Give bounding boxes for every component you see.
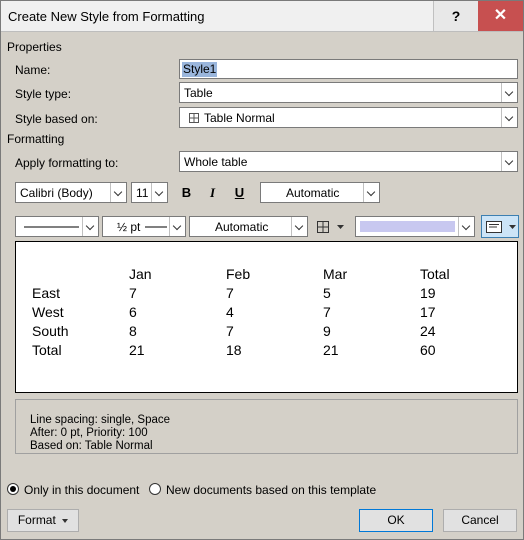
preview-cell: 60 (420, 342, 436, 358)
description-line: After: 0 pt, Priority: 100 (30, 427, 148, 439)
description-line: Based on: Table Normal (30, 440, 153, 452)
close-button[interactable]: ✕ (478, 1, 523, 31)
create-style-dialog: Create New Style from Formatting ? ✕ Pro… (0, 0, 524, 540)
chevron-down-icon (291, 217, 307, 236)
close-icon: ✕ (493, 7, 508, 24)
shading-swatch (360, 221, 455, 232)
preview-cell: 9 (323, 323, 331, 339)
chevron-down-icon (501, 83, 517, 102)
help-button[interactable]: ? (433, 1, 478, 31)
cell-alignment-icon (486, 221, 502, 233)
preview-cell: 21 (323, 342, 339, 358)
cancel-label: Cancel (461, 513, 499, 527)
help-icon: ? (451, 8, 461, 24)
line-width-select[interactable]: ½ pt (102, 216, 186, 237)
chevron-down-icon (363, 183, 379, 202)
dialog-title: Create New Style from Formatting (8, 9, 205, 24)
preview-header-feb: Feb (226, 266, 251, 282)
chevron-down-icon (151, 183, 167, 202)
line-width-icon (145, 226, 167, 228)
chevron-down-icon (458, 217, 474, 236)
chevron-down-icon (501, 108, 517, 127)
preview-cell: Total (32, 342, 62, 358)
preview-cell: 5 (323, 285, 331, 301)
preview-cell: 7 (226, 285, 234, 301)
borders-icon (317, 221, 329, 233)
format-button[interactable]: Format (7, 509, 79, 532)
caret-down-icon (509, 225, 516, 229)
line-style-select[interactable] (15, 216, 99, 237)
shading-color-select[interactable] (355, 216, 475, 237)
preview-cell: 7 (323, 304, 331, 320)
preview-cell: 17 (420, 304, 436, 320)
name-value: Style1 (182, 62, 218, 77)
style-type-value: Table (184, 86, 213, 100)
preview-cell: 6 (129, 304, 137, 320)
formatting-heading: Formatting (7, 132, 65, 146)
caret-down-icon (62, 518, 69, 523)
name-label: Name: (15, 63, 51, 77)
italic-icon: I (209, 185, 216, 200)
ok-label: OK (387, 513, 405, 527)
preview-header-mar: Mar (323, 266, 348, 282)
alignment-button[interactable] (481, 215, 519, 238)
preview-cell: 8 (129, 323, 137, 339)
table-style-icon (189, 113, 199, 123)
italic-button[interactable]: I (202, 182, 223, 203)
chevron-down-icon (501, 152, 517, 171)
chevron-down-icon (169, 217, 185, 236)
bold-button[interactable]: B (176, 182, 197, 203)
cancel-button[interactable]: Cancel (443, 509, 517, 532)
font-name-select[interactable]: Calibri (Body) (15, 182, 127, 203)
underline-button[interactable]: U (229, 182, 250, 203)
border-color-value: Automatic (215, 220, 269, 234)
chevron-down-icon (82, 217, 98, 236)
borders-button[interactable] (312, 216, 348, 237)
based-on-value: Table Normal (204, 111, 275, 125)
apply-to-label: Apply formatting to: (15, 156, 119, 170)
style-description: Line spacing: single, Space After: 0 pt,… (15, 399, 518, 454)
style-preview: Jan Feb Mar Total East 7 7 5 19 West 6 4… (15, 241, 518, 393)
apply-to-select[interactable]: Whole table (179, 151, 518, 172)
title-bar: Create New Style from Formatting ? ✕ (1, 1, 523, 32)
font-size-select[interactable]: 11 (131, 182, 168, 203)
preview-cell: 7 (129, 285, 137, 301)
preview-cell: 4 (226, 304, 234, 320)
caret-down-icon (337, 225, 344, 229)
new-documents-radio[interactable] (149, 483, 161, 495)
line-style-icon (24, 226, 79, 228)
preview-header-jan: Jan (129, 266, 152, 282)
font-color-select[interactable]: Automatic (260, 182, 380, 203)
border-color-select[interactable]: Automatic (189, 216, 308, 237)
font-name-value: Calibri (Body) (20, 186, 93, 200)
preview-cell: West (32, 304, 64, 320)
apply-to-value: Whole table (184, 155, 248, 169)
preview-cell: 18 (226, 342, 242, 358)
preview-cell: 21 (129, 342, 145, 358)
chevron-down-icon (110, 183, 126, 202)
bold-icon: B (181, 185, 192, 200)
ok-button[interactable]: OK (359, 509, 433, 532)
description-line: Line spacing: single, Space (30, 414, 171, 426)
preview-cell: 19 (420, 285, 436, 301)
only-this-document-radio[interactable] (7, 483, 19, 495)
style-type-select[interactable]: Table (179, 82, 518, 103)
preview-cell: South (32, 323, 69, 339)
style-type-label: Style type: (15, 87, 72, 101)
properties-heading: Properties (7, 40, 62, 54)
preview-cell: 24 (420, 323, 436, 339)
based-on-select[interactable]: Table Normal (179, 107, 518, 128)
preview-cell: 7 (226, 323, 234, 339)
new-documents-label[interactable]: New documents based on this template (166, 483, 376, 497)
format-label: Format (17, 513, 56, 527)
preview-header-total: Total (420, 266, 450, 282)
based-on-label: Style based on: (15, 112, 98, 126)
preview-cell: East (32, 285, 61, 301)
font-size-value: 11 (136, 186, 149, 200)
underline-icon: U (234, 185, 245, 200)
name-input[interactable]: Style1 (179, 59, 518, 79)
only-this-document-label[interactable]: Only in this document (24, 483, 139, 497)
font-color-value: Automatic (286, 186, 340, 200)
line-width-value: ½ pt (117, 220, 141, 234)
